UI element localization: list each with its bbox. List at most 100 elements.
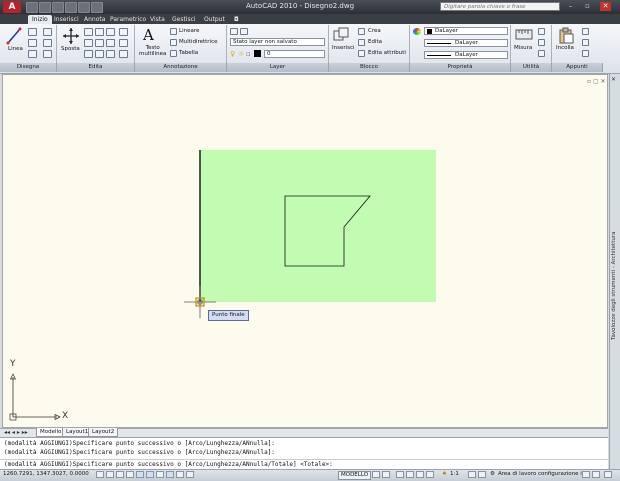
save-icon[interactable]	[52, 2, 64, 13]
model-space-button[interactable]: MODELLO	[338, 471, 372, 480]
edit-attributes-label[interactable]: Edita attributi	[368, 50, 406, 56]
rectangle-icon[interactable]	[43, 28, 52, 36]
zoom-icon[interactable]	[406, 471, 414, 478]
minimize-icon[interactable]: –	[565, 2, 576, 11]
linear-dimension-icon[interactable]	[170, 28, 177, 35]
create-block-label[interactable]: Crea	[368, 28, 381, 34]
palette-close-icon[interactable]: ✕	[611, 76, 616, 83]
multiline-text-icon[interactable]: A	[143, 26, 154, 44]
redo-icon[interactable]	[78, 2, 90, 13]
object-snap-icon[interactable]	[136, 471, 144, 478]
fillet-icon[interactable]	[106, 39, 115, 47]
current-layer-dropdown[interactable]: 0	[264, 50, 325, 58]
rotate-icon[interactable]	[84, 28, 93, 36]
panel-title-draw[interactable]: Disegna	[0, 63, 57, 72]
grid-mode-icon[interactable]	[106, 471, 114, 478]
snap-mode-icon[interactable]	[96, 471, 104, 478]
workspace-icon[interactable]: ⚙	[490, 471, 495, 478]
edit-block-label[interactable]: Edita	[368, 39, 382, 45]
edit-block-icon[interactable]	[358, 39, 365, 46]
ribbon-toggle-icon[interactable]: ◘	[230, 15, 243, 24]
lineweight-dropdown[interactable]: DaLayer	[424, 51, 508, 59]
open-icon[interactable]	[39, 2, 51, 13]
color-wheel-icon[interactable]	[413, 28, 421, 35]
pan-icon[interactable]	[396, 471, 404, 478]
clean-screen-icon[interactable]	[604, 471, 612, 478]
offset-icon[interactable]	[119, 50, 128, 58]
annotation-scale-value[interactable]: 1:1	[450, 471, 459, 478]
ucs-dynamic-icon[interactable]	[156, 471, 164, 478]
quick-view-drawings-icon[interactable]	[382, 471, 390, 478]
scale-icon[interactable]	[95, 50, 104, 58]
panel-title-block[interactable]: Blocco	[329, 63, 410, 72]
calculator-icon[interactable]	[538, 39, 545, 46]
lock-icon[interactable]: ▫	[246, 50, 251, 58]
panel-title-annotation[interactable]: Annotazione	[135, 63, 227, 72]
line-tool-icon[interactable]	[6, 27, 22, 45]
cut-icon[interactable]	[582, 28, 589, 35]
auto-scale-icon[interactable]	[478, 471, 486, 478]
table-label[interactable]: Tabella	[179, 50, 198, 56]
new-icon[interactable]	[26, 2, 38, 13]
close-icon[interactable]: ✕	[600, 2, 611, 11]
mirror-icon[interactable]	[95, 39, 104, 47]
linear-dimension-label[interactable]: Lineare	[179, 28, 199, 34]
linetype-dropdown[interactable]: DaLayer	[424, 39, 508, 47]
panel-title-properties[interactable]: Proprietà	[410, 63, 511, 72]
trim-icon[interactable]	[95, 28, 104, 36]
ellipse-icon[interactable]	[43, 50, 52, 58]
panel-title-modify[interactable]: Edita	[57, 63, 135, 72]
multileader-label[interactable]: Multidirettrice	[179, 39, 218, 45]
panel-title-utilities[interactable]: Utilità	[511, 63, 552, 72]
table-icon[interactable]	[170, 50, 177, 57]
annotation-scale-icon[interactable]: ♠	[442, 471, 447, 478]
search-input[interactable]: Digitare parola chiave o frase	[440, 2, 560, 11]
undo-icon[interactable]	[65, 2, 77, 13]
tab-gestisci[interactable]: Gestisci	[168, 15, 200, 24]
showmotion-icon[interactable]	[426, 471, 434, 478]
tab-annota[interactable]: Annota	[80, 15, 109, 24]
copy-clip-icon[interactable]	[582, 39, 589, 46]
command-input[interactable]: (modalità AGGIUNGI)Specificare punto suc…	[0, 459, 608, 469]
tab-parametrico[interactable]: Parametrico	[106, 15, 150, 24]
polyline-icon[interactable]	[28, 28, 37, 36]
steeringwheel-icon[interactable]	[416, 471, 424, 478]
color-dropdown[interactable]: DaLayer	[424, 27, 508, 35]
insert-block-icon[interactable]	[333, 27, 349, 43]
application-menu-button[interactable]: A	[3, 1, 21, 13]
tab-nav-arrows[interactable]: ◂◂ ◂ ▸ ▸▸	[4, 429, 28, 436]
move-icon[interactable]	[62, 27, 80, 45]
arc-icon[interactable]	[28, 50, 37, 58]
dynamic-input-icon[interactable]	[166, 471, 174, 478]
tab-inserisci[interactable]: Inserisci	[50, 15, 83, 24]
print-icon[interactable]	[91, 2, 103, 13]
quick-properties-icon[interactable]	[186, 471, 194, 478]
panel-title-layer[interactable]: Layer	[227, 63, 329, 72]
extend-icon[interactable]	[106, 28, 115, 36]
tab-output[interactable]: Output	[200, 15, 229, 24]
maximize-icon[interactable]: ▫	[582, 2, 593, 11]
workspace-switch[interactable]: Area di lavoro configurazione iniz	[498, 471, 590, 478]
match-properties-icon[interactable]	[582, 50, 589, 57]
edit-attributes-icon[interactable]	[358, 50, 365, 57]
erase-icon[interactable]	[119, 28, 128, 36]
circle-icon[interactable]	[28, 39, 37, 47]
multileader-icon[interactable]	[170, 39, 177, 46]
coordinates-display[interactable]: 1260.7291, 1347.3027, 0.0000	[3, 471, 89, 478]
light-bulb-icon[interactable]: ♀	[230, 50, 235, 58]
stretch-icon[interactable]	[84, 50, 93, 58]
annotation-visibility-icon[interactable]	[468, 471, 476, 478]
layer-state-dropdown[interactable]: Stato layer non salvato	[230, 38, 325, 46]
layer-isolate-icon[interactable]	[240, 28, 248, 35]
sun-icon[interactable]: ☼	[238, 50, 244, 58]
object-snap-tracking-icon[interactable]	[146, 471, 154, 478]
quick-select-icon[interactable]	[538, 28, 545, 35]
tab-model[interactable]: Modello	[36, 428, 66, 437]
toolbar-lock-icon[interactable]	[582, 471, 590, 478]
copy-icon[interactable]	[84, 39, 93, 47]
tab-vista[interactable]: Vista	[146, 15, 169, 24]
array-icon[interactable]	[106, 50, 115, 58]
panel-title-clipboard[interactable]: Appunti	[552, 63, 603, 72]
polar-tracking-icon[interactable]	[126, 471, 134, 478]
layer-properties-icon[interactable]	[230, 28, 238, 35]
